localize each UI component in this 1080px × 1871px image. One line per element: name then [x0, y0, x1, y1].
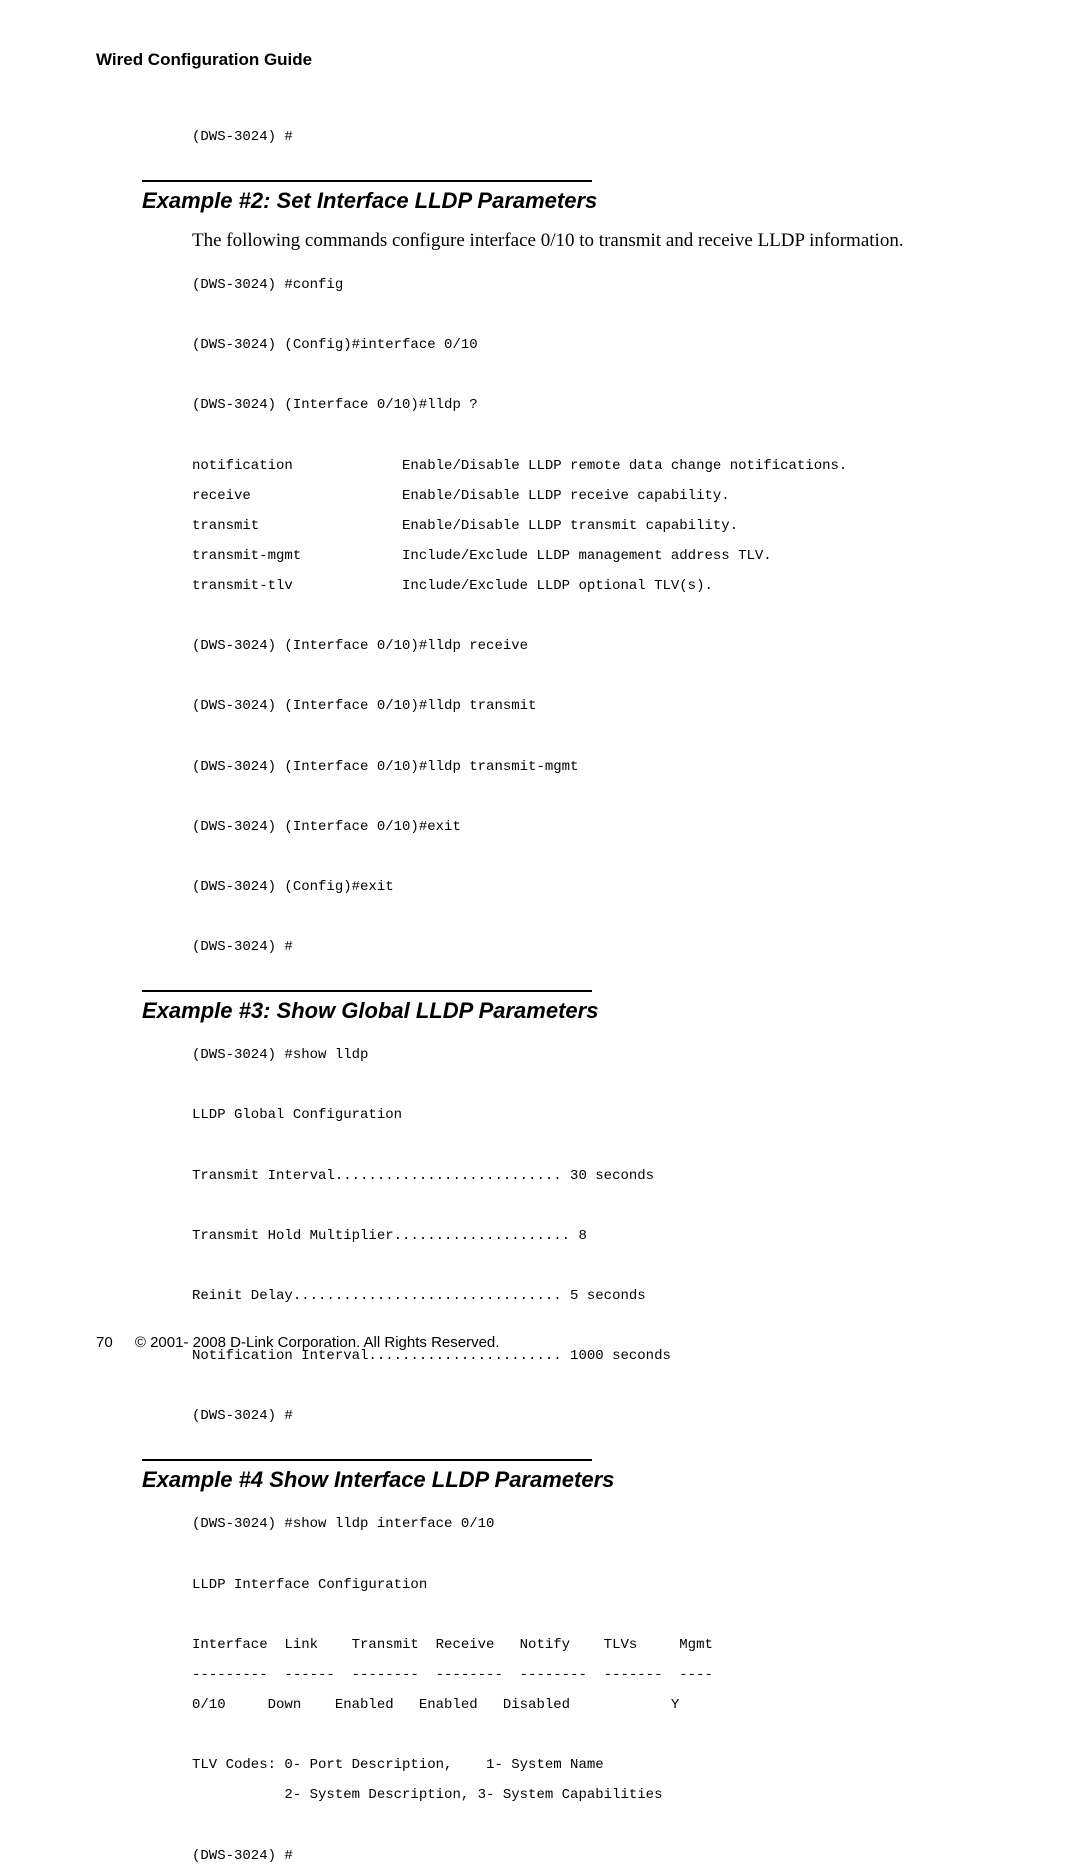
section-rule: [142, 990, 592, 992]
section-rule: [142, 180, 592, 182]
heading-example-4: Example #4 Show Interface LLDP Parameter…: [142, 1467, 984, 1493]
code-block-pre: (DWS-3024) #: [192, 122, 984, 152]
code-block-example-2: (DWS-3024) #config (DWS-3024) (Config)#i…: [192, 270, 984, 962]
heading-example-2: Example #2: Set Interface LLDP Parameter…: [142, 188, 984, 214]
running-header: Wired Configuration Guide: [96, 50, 984, 70]
code-block-example-4: (DWS-3024) #show lldp interface 0/10 LLD…: [192, 1509, 984, 1870]
section-example-4: Example #4 Show Interface LLDP Parameter…: [142, 1459, 984, 1870]
page-footer: 70 © 2001- 2008 D-Link Corporation. All …: [96, 1334, 499, 1351]
code-block-example-3: (DWS-3024) #show lldp LLDP Global Config…: [192, 1040, 984, 1431]
section-example-2: Example #2: Set Interface LLDP Parameter…: [142, 180, 984, 962]
section-pre: (DWS-3024) #: [142, 122, 984, 152]
section-rule: [142, 1459, 592, 1461]
intro-example-2: The following commands configure interfa…: [192, 230, 984, 252]
heading-example-3: Example #3: Show Global LLDP Parameters: [142, 998, 984, 1024]
copyright-text: © 2001- 2008 D-Link Corporation. All Rig…: [135, 1334, 500, 1351]
page-number: 70: [96, 1334, 113, 1351]
section-example-3: Example #3: Show Global LLDP Parameters …: [142, 990, 984, 1431]
page: Wired Configuration Guide (DWS-3024) # E…: [0, 0, 1080, 1397]
